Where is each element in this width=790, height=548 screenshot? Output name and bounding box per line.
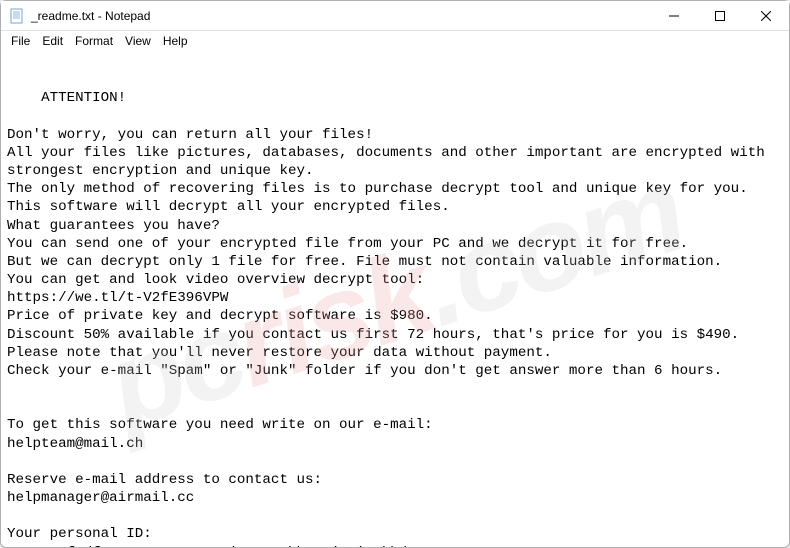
maximize-button[interactable]: [697, 1, 743, 30]
titlebar: _readme.txt - Notepad: [1, 1, 789, 31]
menu-view[interactable]: View: [119, 33, 157, 49]
window-title: _readme.txt - Notepad: [31, 9, 651, 23]
text-area[interactable]: pcrisk.com ATTENTION! Don't worry, you c…: [1, 51, 789, 547]
menu-edit[interactable]: Edit: [36, 33, 69, 49]
minimize-button[interactable]: [651, 1, 697, 30]
notepad-window: _readme.txt - Notepad File Edit Format V…: [0, 0, 790, 548]
menu-format[interactable]: Format: [69, 33, 119, 49]
menubar: File Edit Format View Help: [1, 31, 789, 51]
menu-file[interactable]: File: [5, 33, 36, 49]
notepad-icon: [9, 8, 25, 24]
close-button[interactable]: [743, 1, 789, 30]
window-controls: [651, 1, 789, 30]
menu-help[interactable]: Help: [157, 33, 194, 49]
document-text: ATTENTION! Don't worry, you can return a…: [7, 90, 773, 547]
